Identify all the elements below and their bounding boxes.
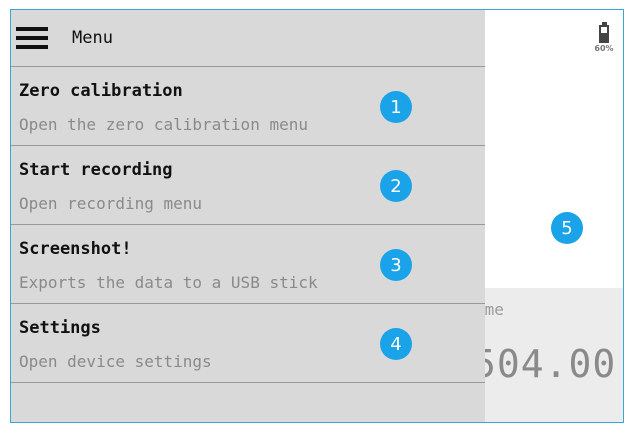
battery-fill [601, 32, 607, 41]
side-menu: Menu Zero calibration Open the zero cali… [11, 10, 485, 422]
battery-indicator: 60% [589, 22, 619, 53]
battery-icon [599, 25, 609, 43]
menu-item-settings[interactable]: Settings Open device settings 4 [11, 304, 485, 383]
measurement-value: 504.00 [473, 342, 617, 386]
annotation-badge-5: 5 [551, 212, 583, 244]
menu-item-description: Exports the data to a USB stick [19, 273, 318, 292]
menu-item-description: Open recording menu [19, 194, 203, 213]
menu-item-description: Open device settings [19, 352, 212, 371]
menu-item-title: Zero calibration [19, 81, 183, 101]
device-screen: ıme 504.00 5 60% Menu Zero calibration O… [10, 9, 624, 423]
annotation-badge-2: 2 [380, 170, 412, 202]
menu-item-screenshot[interactable]: Screenshot! Exports the data to a USB st… [11, 225, 485, 304]
menu-item-start-recording[interactable]: Start recording Open recording menu 2 [11, 146, 485, 225]
menu-item-title: Start recording [19, 160, 173, 180]
annotation-badge-3: 3 [380, 249, 412, 281]
battery-percent: 60% [594, 44, 614, 53]
menu-item-title: Screenshot! [19, 239, 132, 259]
menu-item-description: Open the zero calibration menu [19, 115, 308, 134]
annotation-badge-4: 4 [380, 328, 412, 360]
menu-header: Menu [11, 10, 485, 67]
annotation-badge-1: 1 [380, 91, 412, 123]
menu-item-zero-calibration[interactable]: Zero calibration Open the zero calibrati… [11, 67, 485, 146]
menu-title: Menu [72, 28, 113, 48]
menu-item-title: Settings [19, 318, 101, 338]
hamburger-menu-icon[interactable] [16, 27, 48, 49]
